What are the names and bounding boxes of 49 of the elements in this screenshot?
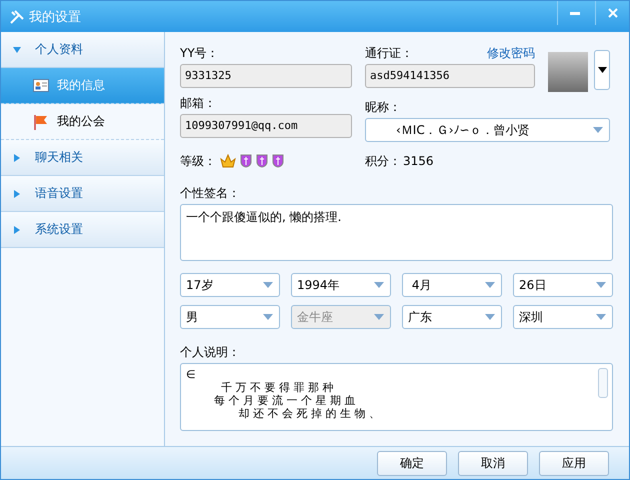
about-field[interactable]: ∈ 千 万 不 要 得 罪 那 种 每 个 月 要 流 一 个 星 期 血 却 还 不 会 死 掉 的 生 物 、 xyxy=(180,363,613,431)
signature-field[interactable]: 一个个跟傻逼似的, 懒的搭理. xyxy=(180,204,613,261)
change-password-link[interactable]: 修改密码 xyxy=(487,42,535,64)
field-label: YY号： xyxy=(180,45,220,62)
shield-icon xyxy=(240,154,252,168)
input-field[interactable]: asd594141356 xyxy=(365,64,535,88)
field-label: 昵称： xyxy=(365,99,402,116)
dropdown-select[interactable]: 26日 xyxy=(513,273,613,297)
caret-icon xyxy=(596,282,606,288)
caret-icon xyxy=(263,314,273,320)
field-label: 积分： xyxy=(365,153,401,170)
dropdown-select[interactable]: 广东 xyxy=(402,305,502,329)
avatar-dropdown-button[interactable] xyxy=(594,50,610,90)
caret-icon xyxy=(485,282,495,288)
shield-icon xyxy=(272,154,284,168)
scrollbar-thumb[interactable] xyxy=(598,368,608,398)
caret-icon xyxy=(596,314,606,320)
caret-icon xyxy=(598,67,606,73)
id-card-icon xyxy=(33,79,49,92)
field-label: 等级： xyxy=(180,153,216,170)
caret-icon xyxy=(485,314,495,320)
caret-icon xyxy=(593,127,603,133)
field-label: 邮箱： xyxy=(180,95,217,112)
dropdown-select[interactable]: 深圳 xyxy=(513,305,613,329)
caret-icon xyxy=(263,282,273,288)
dialog-button[interactable]: 取消 xyxy=(458,451,528,476)
points-value: 3156 xyxy=(403,153,434,170)
flag-icon xyxy=(33,114,49,130)
caret-icon xyxy=(374,282,384,288)
tools-icon xyxy=(9,8,25,24)
input-field[interactable]: 1099307991@qq.com xyxy=(180,114,352,138)
nickname-select[interactable]: ‹ＭIC．Ｇ›ﾉ∽ｏ．曾小贤 xyxy=(365,118,610,142)
dropdown-select[interactable]: 4月 xyxy=(402,273,502,297)
window-title: 我的设置 xyxy=(29,8,82,26)
dropdown-select[interactable]: 男 xyxy=(180,305,280,329)
close-icon xyxy=(608,8,618,18)
field-label: 通行证： xyxy=(365,45,413,62)
crown-icon xyxy=(220,154,236,168)
dropdown-select[interactable]: 1994年 xyxy=(291,273,391,297)
dialog-button[interactable]: 应用 xyxy=(539,451,609,476)
caret-icon xyxy=(374,314,384,320)
input-field[interactable]: 9331325 xyxy=(180,64,352,88)
avatar-placeholder xyxy=(548,52,588,92)
field-label: 个性签名： xyxy=(180,185,241,202)
shield-icon xyxy=(256,154,268,168)
dropdown-select[interactable]: 17岁 xyxy=(180,273,280,297)
minimize-icon xyxy=(570,12,580,14)
dialog-button[interactable]: 确定 xyxy=(377,451,447,476)
field-label: 个人说明： xyxy=(180,344,241,361)
